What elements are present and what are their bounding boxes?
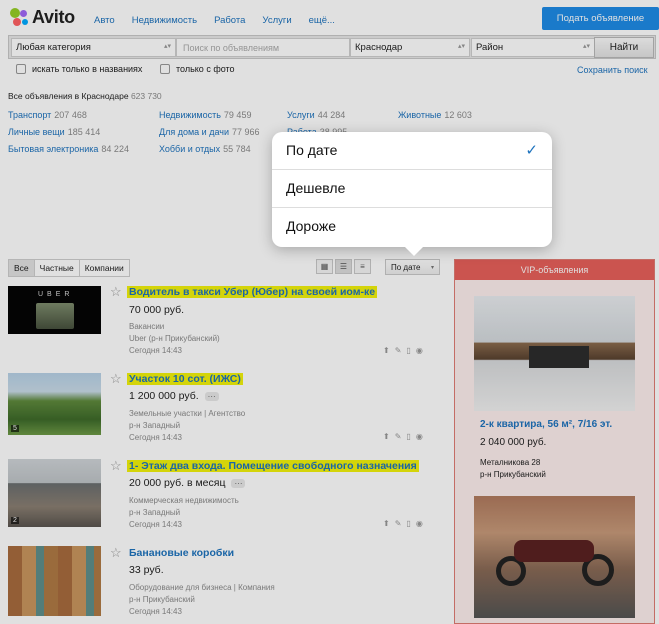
sort-option-label: Дороже	[286, 218, 336, 234]
sort-option-label: По дате	[286, 142, 338, 158]
sort-option-cheaper[interactable]: Дешевле	[272, 170, 552, 208]
checkmark-icon: ✓	[525, 142, 538, 159]
sort-option-date[interactable]: По дате ✓	[272, 132, 552, 170]
sort-option-expensive[interactable]: Дороже	[272, 208, 552, 246]
sort-option-label: Дешевле	[286, 180, 346, 196]
popover-backdrop[interactable]	[0, 0, 659, 624]
popover-arrow	[404, 246, 424, 256]
sort-popover: По дате ✓ Дешевле Дороже	[272, 132, 552, 256]
